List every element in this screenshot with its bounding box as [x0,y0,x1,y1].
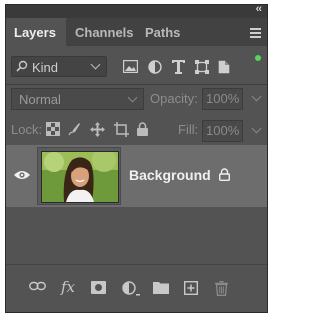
chevron-down-icon [127,92,138,103]
fill-label: Fill: [178,122,199,137]
lock-label: Lock: [11,122,43,137]
chevron-down-icon [90,59,101,70]
fill-value: 100% [206,123,240,138]
layer-thumbnail-frame [37,147,121,205]
image-filter-icon[interactable] [123,60,138,73]
tab-channels[interactable]: Channels [67,18,142,46]
blend-mode-dropdown[interactable]: Normal [11,88,144,110]
panel-menu-icon[interactable] [250,28,261,40]
fill-chevron-icon[interactable] [251,123,262,134]
shape-filter-icon[interactable] [195,60,209,74]
opacity-field[interactable]: 100% [202,88,243,110]
lock-row: Lock: Fill: 100% [6,118,267,144]
opacity-label: Opacity: [150,91,198,106]
filter-toggle-icon[interactable] [255,55,261,61]
blend-row: Normal Opacity: 100% [6,88,267,114]
type-filter-icon[interactable] [172,60,185,74]
tab-bar: Layers Channels Paths [6,18,267,46]
collapse-icon[interactable]: ‹‹ [256,3,262,16]
lock-position-icon[interactable] [90,122,105,137]
opacity-value: 100% [206,91,240,106]
kind-label: Kind [32,60,59,75]
new-group-icon[interactable] [153,281,169,294]
fx-icon[interactable]: fx [61,278,75,296]
bottom-toolbar: fx [6,265,267,312]
link-layers-icon[interactable] [29,281,46,291]
kind-filter-dropdown[interactable]: Kind [11,56,107,77]
lock-transparency-icon[interactable] [46,122,60,136]
delete-layer-icon[interactable] [215,281,228,296]
layer-name[interactable]: Background [129,167,211,183]
divider [6,84,267,85]
tab-layers[interactable]: Layers [6,18,66,46]
layer-row[interactable]: Background [6,145,267,207]
adjustment-layer-icon[interactable] [122,281,141,297]
search-icon [16,60,28,72]
adjustment-filter-icon[interactable] [148,60,162,74]
layer-thumbnail [41,151,119,203]
lock-pixels-icon[interactable] [68,122,81,136]
add-mask-icon[interactable] [91,281,106,294]
panel-top-strip: ‹‹ [6,3,267,18]
lock-artboard-icon[interactable] [114,122,129,137]
blend-mode-value: Normal [19,92,61,107]
layer-lock-icon[interactable] [219,168,230,181]
lock-all-icon[interactable] [137,122,148,136]
layers-panel: ‹‹ Layers Channels Paths Kind Normal Opa… [5,3,268,313]
tab-paths[interactable]: Paths [137,18,188,46]
fill-field[interactable]: 100% [202,120,243,142]
opacity-chevron-icon[interactable] [251,91,262,102]
smart-object-filter-icon[interactable] [218,60,230,74]
visibility-eye-icon[interactable] [14,170,30,180]
new-layer-icon[interactable] [184,281,198,295]
